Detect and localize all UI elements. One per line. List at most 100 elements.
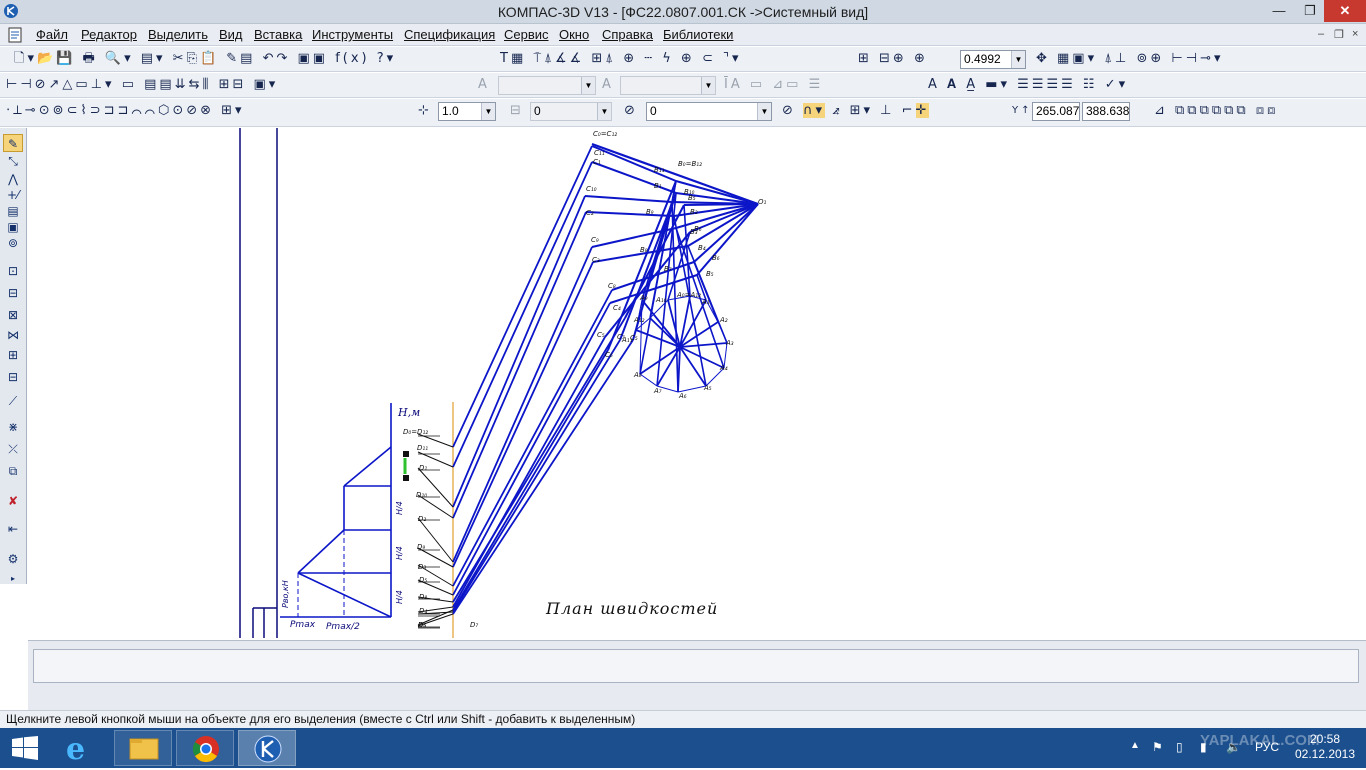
mdi-close-button[interactable]: × [1352, 28, 1358, 40]
select-tool-icon[interactable]: ✎ [3, 134, 23, 152]
zoom-combo[interactable]: 0.4992 ▼ [960, 50, 1026, 69]
crank-line [679, 342, 728, 348]
explorer-icon[interactable] [114, 730, 172, 766]
window-title: КОМПАС-3D V13 - [ФС22.0807.001.СК ->Сист… [497, 4, 869, 20]
menu-specification[interactable]: Спецификация [404, 27, 495, 42]
distance-tool-icon[interactable]: ⇤ [3, 520, 23, 538]
d-point-label: D₄ [419, 607, 427, 615]
copy-tool-icon[interactable]: ⧉ [3, 462, 23, 480]
pole-label: O₁ [758, 198, 767, 206]
menu-window[interactable]: Окно [559, 27, 589, 42]
minimize-button[interactable]: — [1262, 0, 1296, 22]
macro-tool-icon[interactable]: ⊟ [3, 368, 23, 386]
style-combo[interactable]: 0 ▼ [646, 102, 772, 121]
coord-x-field[interactable]: 265.087 [1032, 102, 1080, 121]
c-point-label: C₅ [597, 331, 605, 339]
format-toolbar: ⊢⊣⊘↗△▭⊥▾ ▭ ▤▤⇊⇆⫼ ⊞⊟ ▣▾ A͏ ▼ A ▼ ĪA ▭ ⊿▭ … [0, 73, 1366, 98]
c-point-label: C₂ [586, 209, 594, 217]
font-combo[interactable]: ▼ [498, 76, 596, 95]
view-tools-icons[interactable]: ✥ ▦▣▾ ⍋⊥ ⊚⊕ ⊢⊣⊸▾ [1036, 51, 1224, 67]
layer-combo[interactable]: 0 ▼ [530, 102, 612, 121]
properties-field[interactable] [33, 649, 1359, 683]
kompas-icon[interactable] [238, 730, 296, 766]
menu-help[interactable]: Справка [602, 27, 653, 42]
clock-date: 02.12.2013 [1294, 747, 1356, 761]
a-point-label: A₀=A₁₂ [676, 291, 701, 299]
b-point-label: B₂ [690, 208, 698, 216]
grip-handle-bottom[interactable] [403, 475, 409, 481]
taskbar: e ▲ ⚑ ▯ ▮ 🔈 РУС YAPLAKAL.COM 20:58 02.12… [0, 728, 1366, 768]
symmetry-tool-icon[interactable]: ⤫ [3, 440, 23, 458]
d-point-label: D₁₀ [416, 491, 427, 499]
maximize-button[interactable]: ❐ [1296, 0, 1324, 22]
c-point-label: C₃ [592, 256, 600, 264]
document-icon[interactable] [8, 27, 22, 43]
start-icon[interactable] [12, 736, 38, 760]
select-mode-icon[interactable]: ⊡ [3, 262, 23, 280]
associative-view-icon[interactable]: ⊟ [3, 284, 23, 302]
expand-panel-icon[interactable]: ▸ [3, 570, 23, 588]
coord-y-field[interactable]: 388.638 [1082, 102, 1130, 121]
status-bar: Щелкните левой кнопкой мыши на объекте д… [0, 710, 1366, 728]
trim-tool-icon[interactable]: ⋇ [3, 418, 23, 436]
mdi-restore-button[interactable]: ❐ [1334, 28, 1344, 41]
pole-line [683, 203, 759, 206]
connecting-rod-line [452, 195, 586, 508]
font-style-icon: A͏ [478, 77, 490, 92]
a-point-label: A₁₀ [655, 296, 667, 304]
ie-icon[interactable]: e [52, 730, 110, 767]
title-bar: КОМПАС-3D V13 - [ФС22.0807.001.СК ->Сист… [0, 0, 1366, 24]
velocity-spokes [452, 142, 759, 615]
menu-insert[interactable]: Вставка [254, 27, 302, 42]
file-tools-icons[interactable]: 🗋▾📂💾 🖶 🔍▾ ▤▾ ✂⎘📋 ✎▤ ↶↷ ▣▣ f(x) ?▾ [14, 51, 396, 67]
chrome-icon[interactable] [176, 730, 234, 766]
link-line [585, 211, 675, 217]
view-orientation-icons[interactable]: ⊿ ⧉⧉⧉⧉⧉⧉ ⧈⧈ [1154, 103, 1278, 119]
step-combo[interactable]: 1.0 ▼ [438, 102, 496, 121]
c-point-label: C₀=C₁₂ [593, 130, 617, 138]
text-style-icons[interactable]: A 𝐀 A̲ ▬▾ ☰☰☰☰ ☷ ✓▾ [928, 77, 1128, 93]
geometry-dim-icons[interactable]: ⊢⊣⊘↗△▭⊥▾ ▭ ▤▤⇊⇆⫼ ⊞⊟ ▣▾ [6, 77, 278, 93]
line-tool-icon[interactable]: ⟋ [3, 392, 23, 410]
h-quarter-label-2: H/4 [395, 546, 404, 560]
menu-view[interactable]: Вид [219, 27, 243, 42]
settings-tool-icon[interactable]: ⚙ [3, 550, 23, 568]
menu-libraries[interactable]: Библиотеки [663, 27, 733, 42]
menu-file[interactable]: Файл [36, 27, 68, 42]
b-point-label: B₆ [712, 254, 720, 262]
connecting-rod-line [452, 339, 621, 613]
snap-mode-icons[interactable]: ⊘ ∩▾ ⦨ ⊞▾ ⊥ ⌐✛ [782, 103, 930, 119]
style-icon: ⊘ [624, 103, 638, 118]
c-point-label: C₆ [605, 351, 613, 359]
insert-fragment-icon[interactable]: ⊠ [3, 306, 23, 324]
a-point-label: A₁₁ [621, 336, 633, 344]
menu-service[interactable]: Сервис [504, 27, 549, 42]
b-point-label: B₅ [706, 270, 714, 278]
velocity-plan-drawing[interactable]: H,м Pmax Pmax/2 Pво,кН H/4 H/4 H/4 План … [28, 128, 1366, 638]
geometry-tool-icon[interactable]: ⤡ [3, 152, 23, 170]
a-point-label: A₂ [719, 316, 728, 324]
connecting-rod-line [452, 246, 593, 563]
tray-expand-icon[interactable]: ▲ [1130, 740, 1140, 751]
chevron-down-icon: ▼ [481, 103, 495, 120]
mdi-minimize-button[interactable]: – [1318, 28, 1324, 40]
menu-editor[interactable]: Редактор [81, 27, 137, 42]
spec-tool-icon[interactable]: ⋈ [3, 326, 23, 344]
zoom-tools-icons[interactable]: ⊞ ⊟⊕ ⊕ [858, 51, 928, 67]
power-icon[interactable]: ▯ [1176, 740, 1183, 754]
menu-select[interactable]: Выделить [148, 27, 208, 42]
snap-tools-icons[interactable]: ⋅⟂⊸⊙⊚⊂⌇⊃⊐⊐⌒⌒⬡⊙⊘⊗ ⊞▾ [6, 103, 245, 119]
report-tool-icon[interactable]: ⊞ [3, 346, 23, 364]
close-button[interactable]: ✕ [1324, 0, 1366, 22]
drawing-tools-icons[interactable]: T▦ ⍑⍋∡∡ ⊞⍋ ⊕ ┄ ϟ ⊕ ⊂ ⌝▾ [500, 51, 742, 67]
action-center-icon[interactable]: ⚑ [1152, 740, 1163, 754]
grip-handle-top[interactable] [403, 451, 409, 457]
font-icon: A [602, 77, 614, 92]
d-point-label: D₈ [419, 593, 427, 601]
drawing-canvas[interactable]: H,м Pmax Pmax/2 Pво,кН H/4 H/4 H/4 План … [28, 128, 1366, 638]
measure-tool-icon[interactable]: ⊚ [3, 234, 23, 252]
menu-tools[interactable]: Инструменты [312, 27, 393, 42]
delete-tool-icon[interactable]: ✘ [3, 492, 23, 510]
font-size-combo[interactable]: ▼ [620, 76, 716, 95]
clock[interactable]: 20:58 02.12.2013 [1290, 732, 1360, 762]
